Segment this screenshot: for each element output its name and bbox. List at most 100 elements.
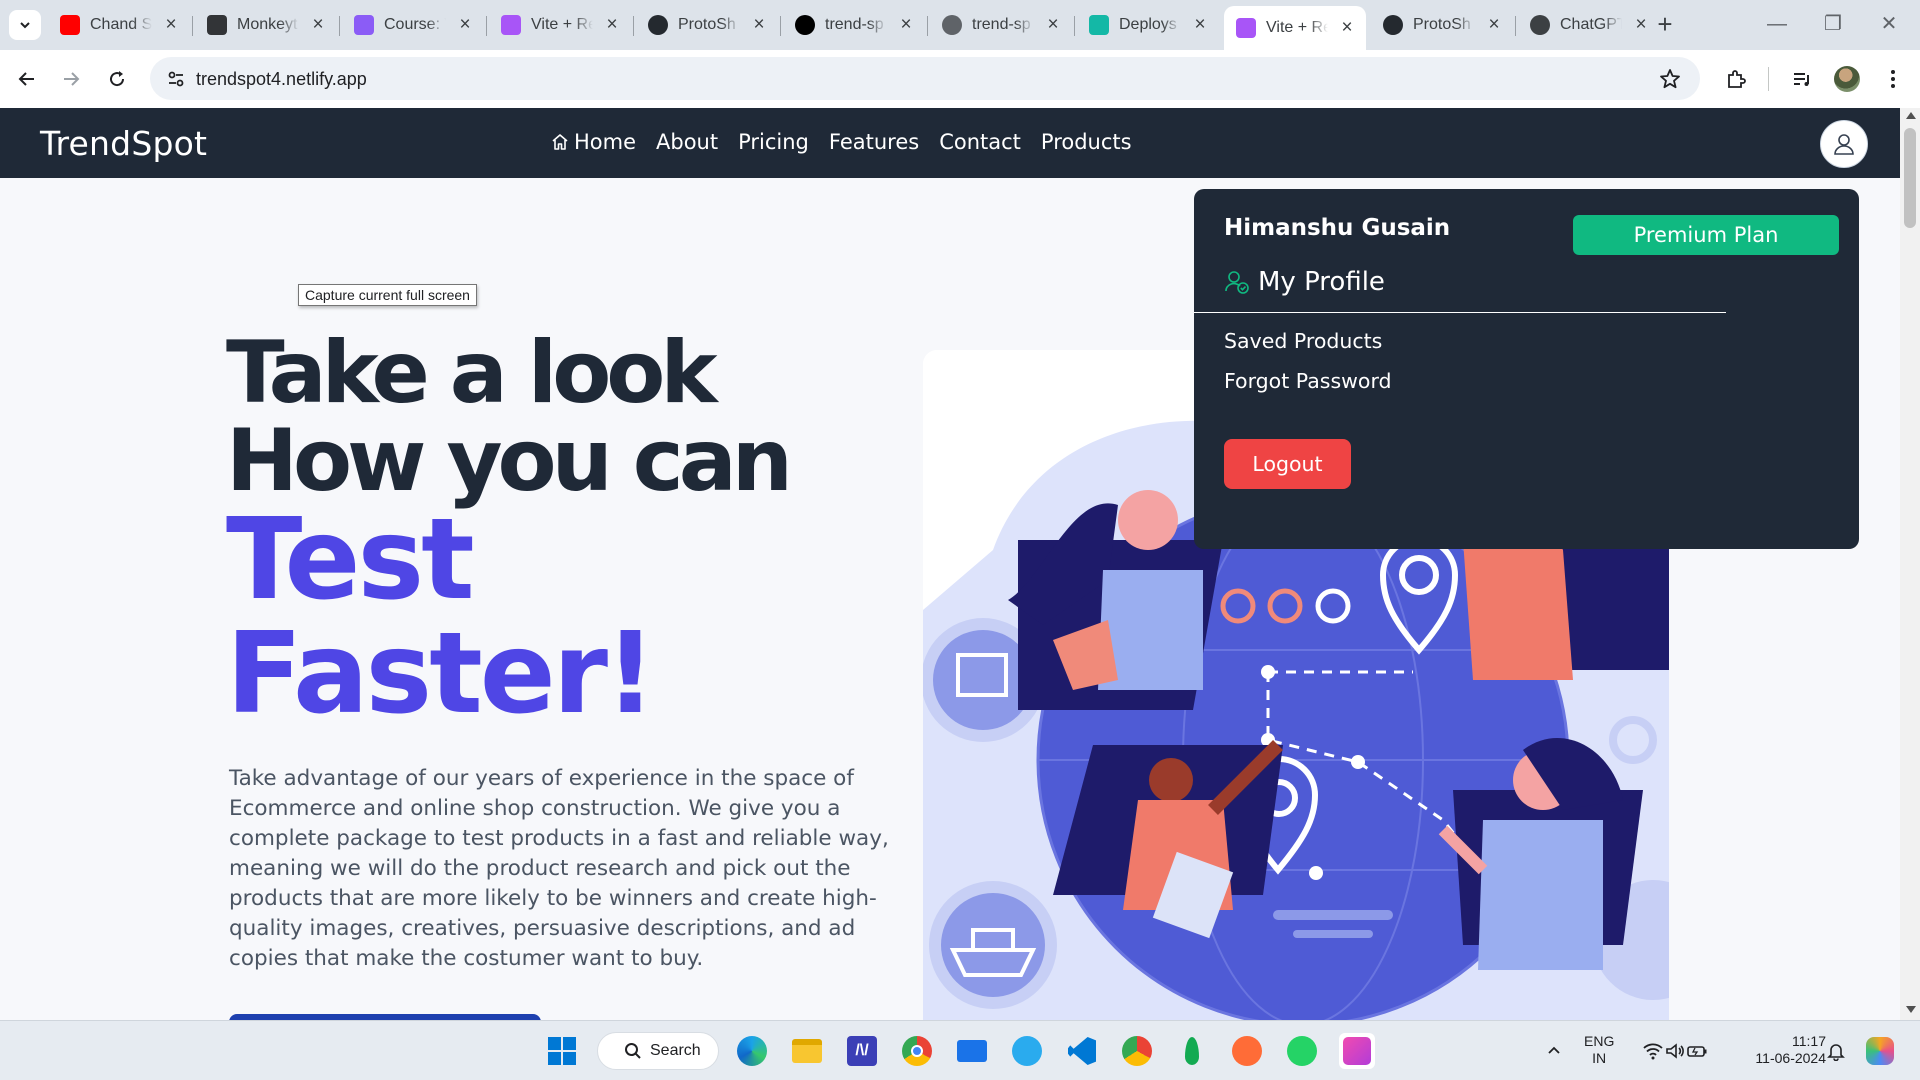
profile-avatar-button[interactable] [1832,64,1862,94]
browser-tab-title: Course: V [384,16,446,33]
premium-plan-button[interactable]: Premium Plan [1573,215,1839,255]
copilot-button[interactable] [1862,1033,1898,1069]
scroll-thumb[interactable] [1904,128,1916,228]
chrome-profile-app[interactable] [1119,1033,1155,1069]
minimize-button[interactable]: — [1757,10,1797,38]
kebab-menu-icon [1891,70,1895,88]
browser-tab[interactable]: Vite + Re × [489,8,631,42]
chrome-app[interactable] [899,1033,935,1069]
close-window-button[interactable]: ✕ [1869,10,1909,38]
language-indicator[interactable]: ENG IN [1584,1033,1614,1067]
close-tab-icon[interactable]: × [454,15,476,35]
close-tab-icon[interactable]: × [748,15,770,35]
hero-description: Take advantage of our years of experienc… [229,766,889,971]
nav-products[interactable]: Products [1041,130,1132,154]
puzzle-icon [1728,70,1746,88]
snipping-tool-app[interactable] [1339,1033,1375,1069]
file-explorer-app[interactable] [789,1033,825,1069]
close-tab-icon[interactable]: × [1630,15,1652,35]
whatsapp-icon [1287,1036,1317,1066]
browser-tab[interactable]: trend-sp × [783,8,925,42]
forgot-password-link[interactable]: Forgot Password [1224,369,1392,393]
media-controls-button[interactable] [1787,64,1817,94]
brand-logo[interactable]: TrendSpot [40,124,207,163]
edge-app[interactable] [734,1033,770,1069]
reload-button[interactable] [102,64,132,94]
address-bar[interactable]: trendspot4.netlify.app [150,57,1700,100]
close-tab-icon[interactable]: × [1336,18,1358,38]
browser-tab[interactable]: ProtoSh × [1371,8,1513,42]
browser-tab[interactable]: Vite + Re × [1224,6,1366,50]
user-menu-button[interactable] [1820,120,1868,168]
close-tab-icon[interactable]: × [1483,15,1505,35]
nav-contact[interactable]: Contact [939,130,1021,154]
bookmark-star-icon[interactable] [1658,67,1682,91]
notifications-button[interactable] [1818,1033,1854,1069]
mongodb-app[interactable] [1174,1033,1210,1069]
clock[interactable]: 11:17 11-06-2024 [1754,1033,1826,1067]
back-button[interactable] [12,64,42,94]
forward-button[interactable] [56,64,86,94]
browser-tab[interactable]: ChatGPT × [1518,8,1660,42]
browser-tab[interactable]: Chand Si × [48,8,190,42]
tab-search-button[interactable] [9,10,41,40]
scroll-up-arrow-icon[interactable] [1906,112,1916,119]
close-tab-icon[interactable]: × [601,15,623,35]
postman-app[interactable] [1229,1033,1265,1069]
new-tab-button[interactable]: + [1650,10,1680,40]
dropdown-divider [1194,312,1726,313]
course-icon [354,15,374,35]
windows-taskbar: Search /\/ ENG IN 11:17 11-06-2024 [0,1020,1920,1080]
close-tab-icon[interactable]: × [1189,15,1211,35]
netlify-icon [1089,15,1109,35]
chrome-icon [902,1036,932,1066]
close-tab-icon[interactable]: × [895,15,917,35]
saved-products-link[interactable]: Saved Products [1224,329,1382,353]
system-status-button[interactable] [1635,1033,1715,1069]
nav-home[interactable]: Home [550,130,636,154]
page-scrollbar[interactable] [1900,108,1920,1020]
my-profile-link[interactable]: My Profile [1224,267,1385,297]
tab-separator [1074,16,1075,36]
region-code: IN [1592,1050,1607,1066]
youtube-icon [60,15,80,35]
browser-tab[interactable]: Course: V × [342,8,484,42]
close-tab-icon[interactable]: × [160,15,182,35]
chevron-up-icon [1548,1046,1560,1054]
user-name: Himanshu Gusain [1224,215,1451,241]
close-tab-icon[interactable]: × [307,15,329,35]
logout-button[interactable]: Logout [1224,439,1351,489]
windows-logo-icon [548,1037,576,1065]
hero-heading-line-3: Test [226,495,475,625]
close-tab-icon[interactable]: × [1042,15,1064,35]
user-icon [1834,134,1854,155]
vscode-app[interactable] [1064,1033,1100,1069]
vite-icon [501,15,521,35]
browser-tab[interactable]: ProtoSh × [636,8,778,42]
nav-about[interactable]: About [656,130,718,154]
mail-app[interactable] [954,1033,990,1069]
scroll-down-arrow-icon[interactable] [1906,1006,1916,1013]
nav-features[interactable]: Features [829,130,919,154]
restore-button[interactable]: ❐ [1813,10,1853,38]
whiteboard-app[interactable]: /\/ [844,1033,880,1069]
browser-tab[interactable]: Deploys × [1077,8,1219,42]
telegram-app[interactable] [1009,1033,1045,1069]
globe-icon [942,15,962,35]
browser-tab[interactable]: Monkeyt × [195,8,337,42]
whatsapp-app[interactable] [1284,1033,1320,1069]
nav-pricing[interactable]: Pricing [738,130,809,154]
browser-menu-button[interactable] [1878,64,1908,94]
browser-tab[interactable]: trend-sp × [930,8,1072,42]
extensions-button[interactable] [1721,64,1751,94]
show-hidden-icons-button[interactable] [1536,1033,1572,1069]
web-page: TrendSpot Home About Pricing Features Co… [0,108,1920,1020]
clock-time: 11:17 [1792,1033,1826,1049]
browser-tab-title: Deploys [1119,16,1177,33]
browser-tab-title: Vite + Re [531,16,593,33]
url-text[interactable]: trendspot4.netlify.app [196,69,367,90]
browser-tab-strip: Chand Si×Monkeyt×Course: V×Vite + Re×Pro… [0,0,1920,50]
site-settings-icon[interactable] [166,69,186,89]
start-button[interactable] [544,1033,580,1069]
taskbar-search[interactable]: Search [597,1032,719,1070]
